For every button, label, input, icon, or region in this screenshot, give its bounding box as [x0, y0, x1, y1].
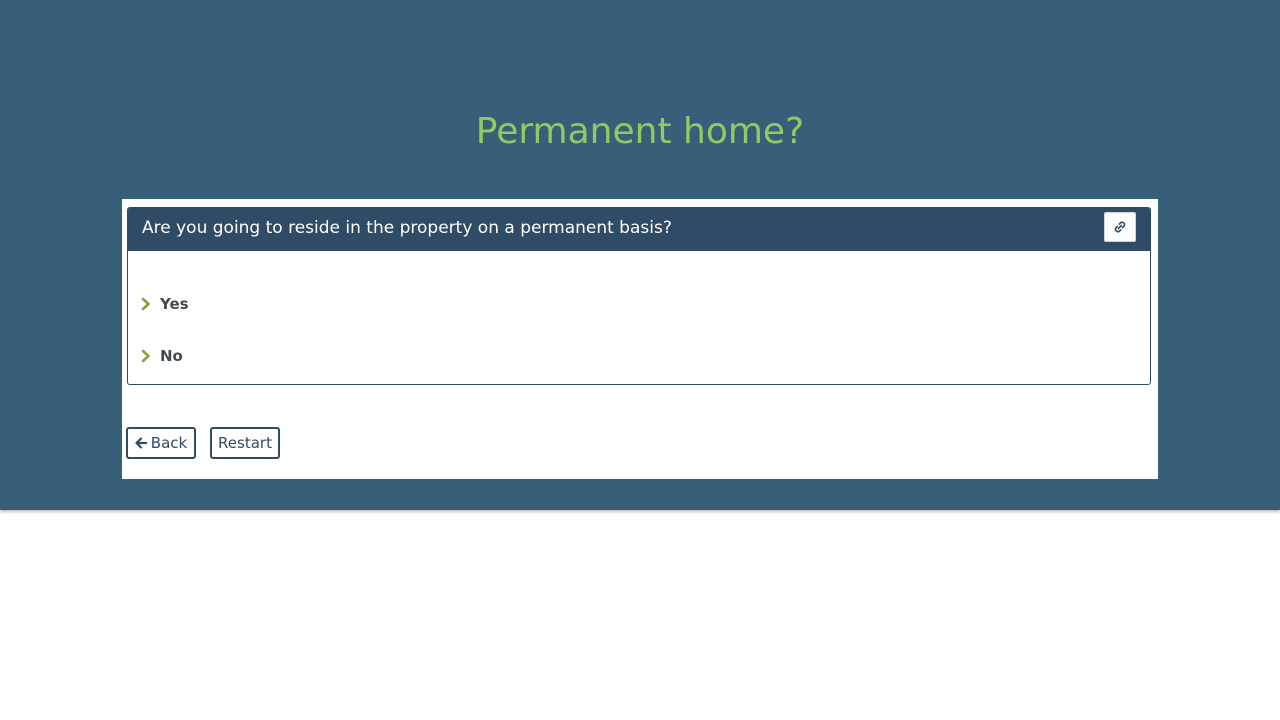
option-label: Yes: [160, 295, 189, 313]
question-header: Are you going to reside in the property …: [128, 208, 1150, 251]
back-label: Back: [150, 434, 188, 452]
restart-button[interactable]: Restart: [210, 427, 280, 459]
arrow-left-icon: [135, 437, 147, 449]
option-label: No: [160, 347, 183, 365]
back-button[interactable]: Back: [126, 427, 196, 459]
option-yes[interactable]: Yes: [140, 292, 189, 316]
question-text: Are you going to reside in the property …: [142, 218, 672, 238]
link-icon: [1114, 221, 1126, 233]
copy-link-button[interactable]: [1104, 212, 1136, 242]
question-card: Are you going to reside in the property …: [127, 207, 1151, 385]
content-panel: Are you going to reside in the property …: [122, 199, 1158, 479]
hero-banner: Permanent home? Are you going to reside …: [0, 0, 1280, 510]
page-title: Permanent home?: [475, 111, 805, 152]
chevron-right-icon: [141, 349, 150, 363]
option-no[interactable]: No: [140, 344, 183, 368]
chevron-right-icon: [141, 297, 150, 311]
restart-label: Restart: [218, 434, 272, 452]
